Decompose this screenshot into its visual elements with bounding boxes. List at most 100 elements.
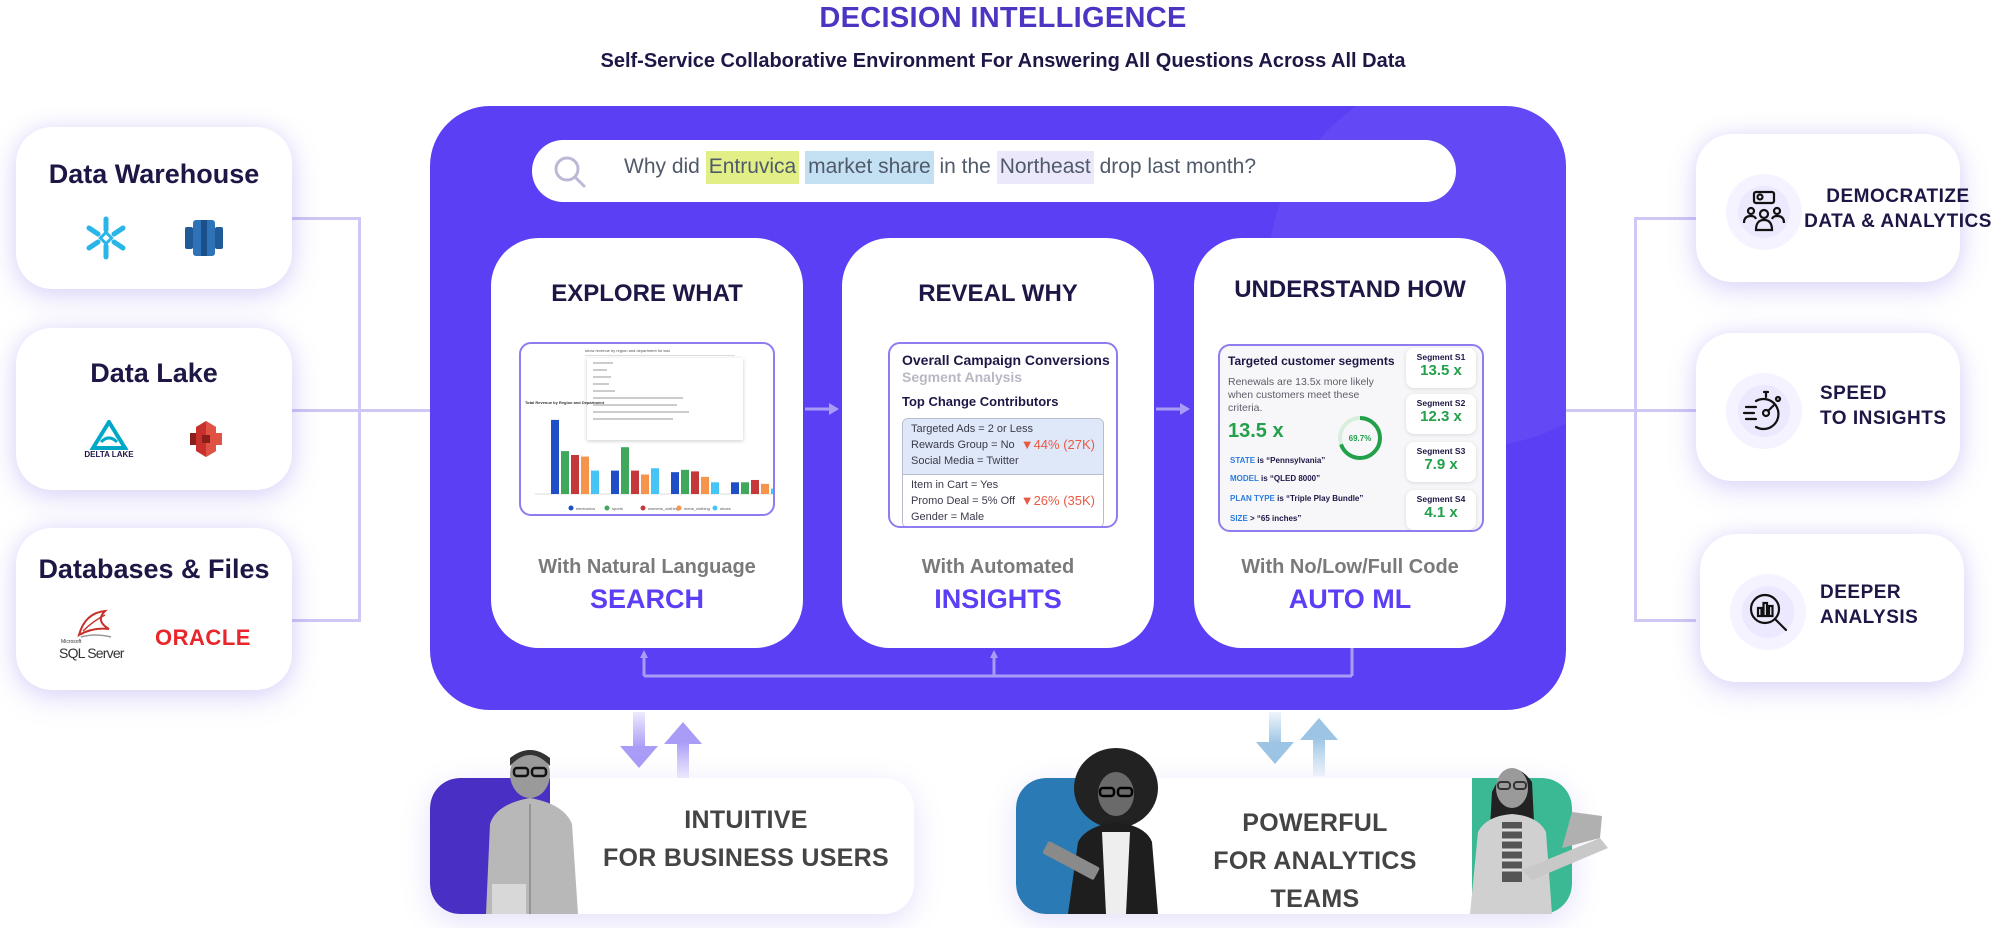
contributor-row: Item in Cart = Yes Promo Deal = 5% Off G… [903,475,1103,526]
mini-legend-swatch [604,505,610,511]
persona-line: POWERFUL [1242,809,1388,837]
query-entity-brand: Entruvica [705,151,800,184]
segment-label: Segment S4 [1416,494,1466,504]
automl-description: Renewals are 13.5x more likely when cust… [1228,376,1374,414]
connector-line [1634,217,1696,220]
mini-chart-bar [701,476,709,494]
contributor-change: ▼44% (27K) [1020,437,1095,452]
stopwatch-icon [1742,390,1782,431]
arrow-up-icon [664,722,702,778]
snowflake-logo-icon [86,216,126,260]
arrow-right-icon [805,403,839,415]
delta-lake-logo: DELTA LAKE [84,419,134,459]
criteria-key: STATE [1230,456,1256,465]
benefit-line: DEMOCRATIZE [1826,186,1970,207]
search-bar[interactable]: Why did Entruvica market share in the No… [532,140,1456,202]
segment-value: 13.5 x [1420,362,1462,379]
analyst-photo-left [1042,748,1158,914]
benefit-card-deeper-analysis: DEEPER ANALYSIS [1700,534,1964,682]
mini-chart-bar [741,482,749,494]
query-entity-measure: market share [805,151,934,184]
arrow-up-icon [1300,718,1338,776]
search-query[interactable]: Why did Entruvica market share in the No… [624,151,1256,184]
feature-card-understand[interactable]: UNDERSTAND HOW Targeted customer segment… [1194,238,1506,648]
source-label: Databases & Files [38,554,270,584]
contributor-row: Targeted Ads = 2 or Less Rewards Group =… [903,419,1103,475]
mini-legend-swatch [568,505,574,511]
feature-subtitle: With Automated [921,556,1075,578]
benefit-line: SPEED [1820,383,1887,404]
persona-line: FOR ANALYTICS TEAMS [1213,847,1417,913]
persona-text: POWERFUL FOR ANALYTICS TEAMS [1170,804,1460,918]
contributors-list: Targeted Ads = 2 or Less Rewards Group =… [902,418,1104,526]
reveal-section: Top Change Contributors [902,394,1059,409]
mini-bar-chart: electronics sports womens_clothing mens_clo… [535,419,773,511]
benefit-line: DATA & ANALYTICS [1804,211,1992,232]
query-entity-region: Northeast [996,151,1094,184]
connector-line [292,217,360,220]
feedback-loop-connector [640,648,1354,678]
connector-line [292,619,360,622]
mini-chart-bar [651,468,659,494]
criteria-key: MODEL [1230,474,1259,483]
query-text: Why did [624,155,706,178]
mini-chart-title: Total Revenue by Region and Department [525,400,605,405]
benefit-icon-wrap [1730,574,1806,650]
segment-label: Segment S2 [1416,398,1466,408]
page-title: DECISION INTELLIGENCE [819,2,1187,34]
connector-line [1634,619,1696,622]
automl-segments-screenshot: Targeted customer segments Renewals are … [1218,344,1484,532]
source-label: Data Lake [90,358,218,388]
contributor-condition: Social Media = Twitter [911,455,1019,467]
criteria-key: SIZE [1230,514,1248,523]
feature-card-explore[interactable]: EXPLORE WHAT show revenue by region and … [491,238,803,648]
connector-line [292,409,430,412]
mini-chart-bar [771,488,773,494]
feature-subtitle: With Natural Language [538,556,756,578]
criteria-item: MODEL is “QLED 8000” [1230,474,1320,483]
connector-line [1634,217,1637,622]
mini-chart-bar [641,474,649,494]
mini-chart-bar [761,483,769,494]
contributor-condition: Item in Cart = Yes [911,479,999,491]
segment-card: Segment S1 13.5 x [1406,348,1476,388]
segment-value: 7.9 x [1424,456,1458,473]
benefit-card-democratize: DEMOCRATIZE DATA & ANALYTICS [1696,134,1991,282]
mini-chart-bar [591,470,599,494]
source-card-databases-files: Databases & Files Microsoft SQL Server O… [16,528,292,690]
segment-card: Segment S3 7.9 x [1406,442,1476,482]
sql-server-logo-icon [77,609,112,638]
mini-chart-bar [621,447,629,494]
donut-label: 69.7% [1349,434,1372,443]
mini-legend-swatch [712,505,718,511]
contributor-condition: Targeted Ads = 2 or Less [911,423,1033,435]
search-results-screenshot: show revenue by region and department fo… [519,342,775,516]
mini-legend-label: womens_clothing [648,506,679,511]
segment-card: Segment S2 12.3 x [1406,394,1476,434]
mini-chart-bar [571,455,579,494]
criteria-value: > “65 inches” [1247,514,1302,523]
arrow-down-icon [1256,712,1294,764]
contributor-condition: Rewards Group = No [911,439,1015,451]
source-card-data-lake: Data Lake DELTA LAKE [16,328,292,490]
mini-chart-bar [691,471,699,494]
feature-title: REVEAL WHY [918,280,1078,307]
feature-card-reveal[interactable]: REVEAL WHY Overall Campaign Conversions … [842,238,1154,648]
search-icon [554,156,586,188]
connector-line [358,217,361,622]
reveal-title: Overall Campaign Conversions [902,352,1110,368]
query-text: drop last month? [1093,155,1256,178]
criteria-item: SIZE > “65 inches” [1230,514,1301,523]
business-user-photo [486,750,578,914]
delta-lake-text: DELTA LAKE [84,449,134,459]
persona-line: INTUITIVE [684,806,808,834]
mini-legend-swatch [640,505,646,511]
mini-chart-bar [581,456,589,494]
mini-chart-bar [611,470,619,494]
source-label: Data Warehouse [48,159,260,189]
benefit-line: DEEPER [1820,582,1902,603]
benefit-icon-wrap [1726,174,1802,250]
segment-card: Segment S4 4.1 x [1406,490,1476,530]
mini-chart-bar [631,470,639,494]
source-card-data-warehouse: Data Warehouse [16,127,292,289]
